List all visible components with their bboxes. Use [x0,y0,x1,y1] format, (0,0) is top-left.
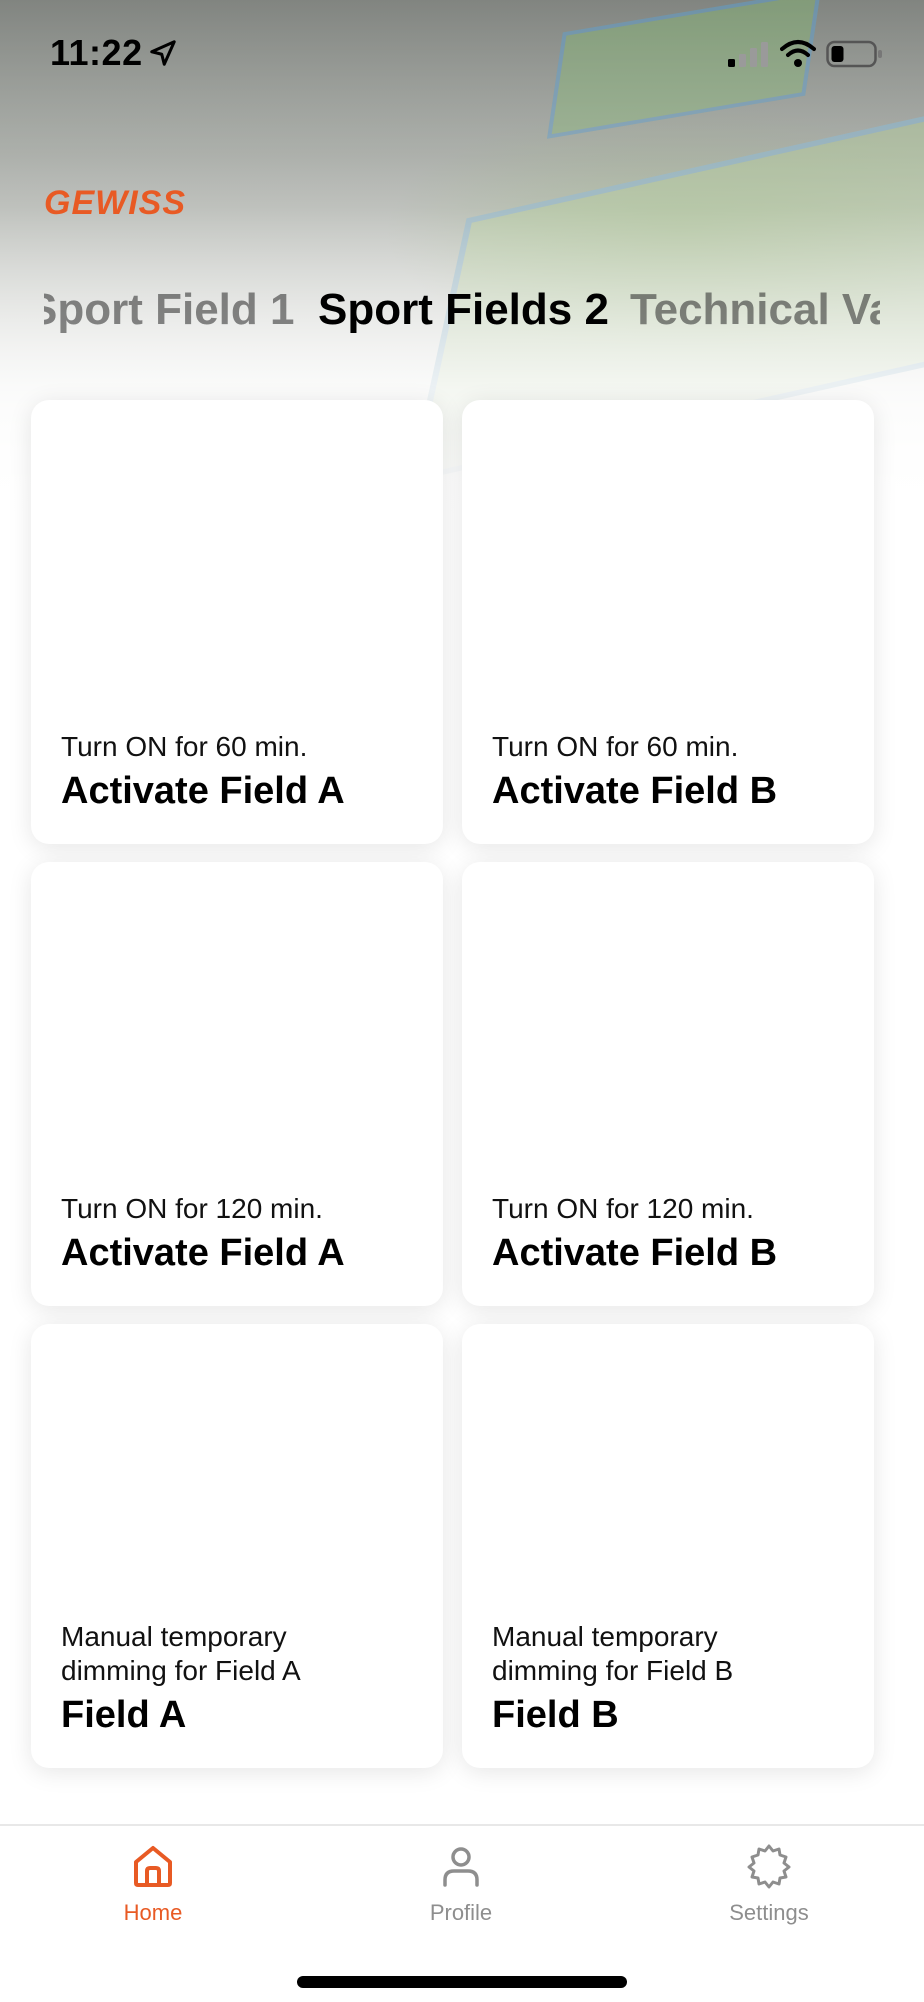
scene-card-activate-field-a-120[interactable]: Turn ON for 120 min. Activate Field A [31,862,443,1306]
status-time: 11:22 [50,32,143,73]
nav-profile-label: Profile [429,1900,493,1925]
wifi-icon [780,40,816,67]
card-subtitle: Manual temporary dimming for Field A [61,1620,301,1688]
tab-sport-fields-2[interactable]: Sport Fields 2 [318,280,609,340]
gewiss-logo: GEWISS [44,184,187,222]
home-indicator [297,1976,627,1988]
card-subtitle-line: Manual temporary [492,1621,718,1652]
card-title: Field B [492,1694,619,1736]
card-title: Activate Field A [61,770,345,812]
card-title: Activate Field B [492,770,778,812]
category-tabs: Sport Field 1 Sport Fields 2 Technical V… [44,280,880,340]
scene-card-dimming-field-a[interactable]: Manual temporary dimming for Field A Fie… [31,1324,443,1768]
card-subtitle: Turn ON for 120 min. [61,1193,323,1224]
card-subtitle-line: Manual temporary [61,1621,287,1652]
card-title: Activate Field B [492,1232,778,1274]
card-subtitle-line: dimming for Field B [492,1655,734,1686]
card-subtitle: Turn ON for 60 min. [492,731,739,762]
scene-card-activate-field-b-120[interactable]: Turn ON for 120 min. Activate Field B [462,862,874,1306]
gear-icon [747,1844,791,1889]
scene-card-activate-field-a-60[interactable]: Turn ON for 60 min. Activate Field A [31,400,443,844]
tab-technical[interactable]: Technical Va [630,280,880,340]
status-bar: 11:22 [0,0,924,110]
card-title: Field A [61,1694,187,1736]
card-subtitle-line: dimming for Field A [61,1655,301,1686]
nav-settings[interactable]: Settings [669,1842,869,1926]
card-subtitle: Turn ON for 120 min. [492,1193,754,1224]
tab-sport-field-1[interactable]: Sport Field 1 [44,280,294,340]
scene-card-activate-field-b-60[interactable]: Turn ON for 60 min. Activate Field B [462,400,874,844]
card-subtitle: Manual temporary dimming for Field B [492,1620,733,1688]
scene-card-dimming-field-b[interactable]: Manual temporary dimming for Field B Fie… [462,1324,874,1768]
profile-icon [443,1847,479,1887]
battery-icon [826,40,882,68]
nav-home-label: Home [123,1900,183,1925]
nav-settings-label: Settings [729,1900,809,1925]
cellular-signal-icon [728,42,768,67]
nav-profile[interactable]: Profile [361,1842,561,1926]
card-subtitle: Turn ON for 60 min. [61,731,308,762]
nav-home[interactable]: Home [53,1842,253,1926]
home-icon [134,1846,172,1887]
card-title: Activate Field A [61,1232,345,1274]
location-arrow-icon [150,40,176,66]
